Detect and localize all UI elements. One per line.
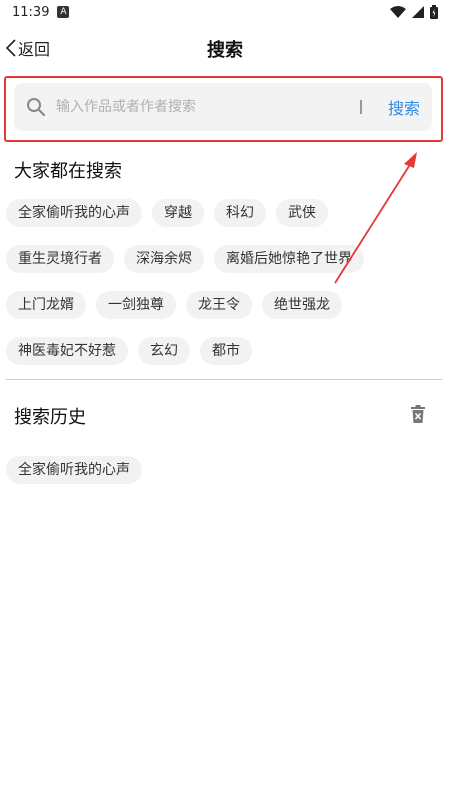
battery-icon <box>430 5 438 19</box>
popular-section-title: 大家都在搜索 <box>14 161 122 182</box>
status-time: 11:39 <box>12 4 50 20</box>
status-bar: 11:39 A <box>0 0 450 24</box>
signal-icon <box>412 6 424 18</box>
tag-row: 神医毒妃不好惹 玄幻 都市 <box>6 337 446 365</box>
tag-row: 全家偷听我的心声 穿越 科幻 武侠 <box>6 199 446 227</box>
wifi-icon <box>390 6 406 18</box>
search-tag[interactable]: 上门龙婿 <box>6 291 86 319</box>
search-tag[interactable]: 玄幻 <box>138 337 190 365</box>
search-tag[interactable]: 科幻 <box>214 199 266 227</box>
delete-history-icon[interactable] <box>408 404 428 424</box>
search-tag[interactable]: 离婚后她惊艳了世界 <box>214 245 364 273</box>
notification-a-icon: A <box>57 6 70 18</box>
tag-row: 重生灵境行者 深海余烬 离婚后她惊艳了世界 <box>6 245 446 273</box>
section-divider <box>6 379 442 380</box>
search-icon <box>16 83 56 131</box>
search-divider <box>359 100 362 114</box>
history-section-title: 搜索历史 <box>14 407 86 428</box>
title-bar: 返回 搜索 <box>0 28 450 68</box>
status-icons <box>390 5 438 19</box>
tag-row: 全家偷听我的心声 <box>6 456 446 484</box>
search-tag[interactable]: 全家偷听我的心声 <box>6 199 142 227</box>
search-tag[interactable]: 都市 <box>200 337 252 365</box>
search-tag[interactable]: 武侠 <box>276 199 328 227</box>
search-box: 搜索 <box>14 83 432 131</box>
search-button[interactable]: 搜索 <box>388 95 420 119</box>
history-tag[interactable]: 全家偷听我的心声 <box>6 456 142 484</box>
search-tag[interactable]: 重生灵境行者 <box>6 245 114 273</box>
page-title: 搜索 <box>207 40 243 61</box>
search-tag[interactable]: 绝世强龙 <box>262 291 342 319</box>
search-tag[interactable]: 一剑独尊 <box>96 291 176 319</box>
search-input[interactable] <box>56 99 360 115</box>
search-tag[interactable]: 神医毒妃不好惹 <box>6 337 128 365</box>
search-tag[interactable]: 深海余烬 <box>124 245 204 273</box>
search-tag[interactable]: 穿越 <box>152 199 204 227</box>
history-tags: 全家偷听我的心声 <box>6 456 446 502</box>
popular-tags: 全家偷听我的心声 穿越 科幻 武侠 重生灵境行者 深海余烬 离婚后她惊艳了世界 … <box>6 199 446 383</box>
search-tag[interactable]: 龙王令 <box>186 291 252 319</box>
tag-row: 上门龙婿 一剑独尊 龙王令 绝世强龙 <box>6 291 446 319</box>
